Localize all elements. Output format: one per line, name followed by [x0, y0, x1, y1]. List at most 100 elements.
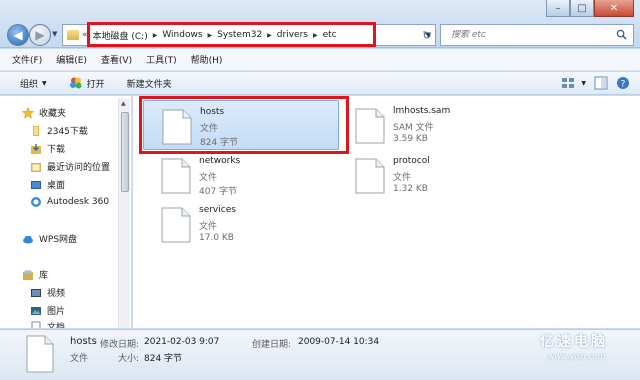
command-toolbar: 组织 ▼ 打开 新建文件夹 ▼ ? — [0, 72, 640, 95]
watermark-logo: 亿速电脑 — [540, 334, 608, 350]
nav-favorites-label: 收藏夹 — [39, 109, 67, 119]
menu-view[interactable]: 查看(V) — [101, 53, 132, 66]
preview-pane-icon[interactable] — [594, 76, 608, 90]
nav-desktop[interactable]: 桌面 — [30, 178, 65, 191]
arrow-right-icon: ▶ — [35, 28, 45, 42]
file-type: 文件 — [393, 173, 412, 183]
change-view-icon[interactable] — [561, 77, 575, 89]
chevron-down-icon: ▼ — [42, 79, 47, 87]
organize-label: 组织 — [20, 79, 39, 90]
back-button[interactable]: ◀ — [7, 24, 29, 46]
download-folder-icon — [31, 143, 41, 154]
arrow-left-icon: ◀ — [13, 28, 23, 42]
generic-file-icon — [161, 207, 191, 243]
view-dropdown-icon[interactable]: ▼ — [581, 80, 586, 87]
picture-icon — [31, 306, 41, 315]
file-highlight-box — [139, 96, 349, 154]
recent-places-icon — [31, 162, 41, 172]
file-type: 文件 — [199, 173, 218, 183]
search-box[interactable] — [440, 24, 634, 46]
file-list: hosts 文件 824 字节 lmhosts.sam SAM 文件 3.59 … — [133, 96, 640, 328]
nav-downloads[interactable]: 下载 — [30, 142, 65, 155]
folder-icon — [67, 30, 79, 40]
nav-wps-cloud[interactable]: WPS网盘 — [22, 232, 77, 245]
details-file-name: hosts — [70, 336, 97, 347]
file-name: networks — [199, 156, 241, 166]
file-name: lmhosts.sam — [393, 106, 451, 116]
nav-favorites[interactable]: 收藏夹 — [22, 106, 66, 119]
nav-downloads-label: 下载 — [47, 145, 66, 155]
generic-file-icon — [355, 108, 385, 144]
file-item-protocol[interactable]: protocol 文件 1.32 KB — [337, 150, 533, 200]
open-with-icon — [69, 77, 82, 89]
file-item-services[interactable]: services 文件 17.0 KB — [143, 199, 339, 249]
generic-file-icon — [26, 335, 54, 373]
scroll-up-icon[interactable]: ▲ — [121, 100, 126, 107]
file-type: SAM 文件 — [393, 123, 434, 133]
file-size: 3.59 KB — [393, 134, 428, 144]
nav-scrollbar-thumb[interactable] — [121, 112, 129, 192]
watermark-url: www.yisu.com — [548, 352, 606, 361]
refresh-icon: ↻ — [422, 29, 432, 42]
generic-file-icon — [355, 158, 385, 194]
nav-recent-label: 最近访问的位置 — [47, 163, 111, 173]
search-icon[interactable] — [616, 29, 627, 40]
open-button[interactable]: 打开 — [69, 76, 105, 90]
desktop-icon — [31, 180, 41, 189]
nav-2345-downloads[interactable]: 2345下载 — [30, 124, 88, 137]
file-item-lmhosts[interactable]: lmhosts.sam SAM 文件 3.59 KB — [337, 100, 533, 150]
menu-file[interactable]: 文件(F) — [12, 53, 42, 66]
search-input[interactable] — [451, 30, 601, 40]
nav-videos[interactable]: 视频 — [30, 286, 65, 299]
open-label: 打开 — [86, 79, 105, 90]
nav-documents[interactable]: 文档 — [30, 320, 65, 328]
details-type-value: 文件 — [70, 354, 89, 364]
close-button[interactable]: ✕ — [594, 0, 634, 17]
menu-tools[interactable]: 工具(T) — [146, 53, 177, 66]
library-icon — [23, 270, 33, 280]
nav-2345-downloads-label: 2345下载 — [47, 127, 88, 137]
file-size: 17.0 KB — [199, 233, 234, 243]
help-icon[interactable]: ? — [616, 76, 630, 90]
nav-pictures[interactable]: 图片 — [30, 304, 65, 317]
video-icon — [31, 288, 41, 297]
file-size: 407 字节 — [199, 187, 238, 197]
organize-button[interactable]: 组织 ▼ — [20, 77, 47, 90]
nav-scrollbar[interactable]: ▲ — [118, 98, 130, 328]
window-controls: – □ ✕ — [546, 0, 634, 17]
menu-bar: 文件(F) 编辑(E) 查看(V) 工具(T) 帮助(H) — [0, 49, 640, 71]
svg-text:?: ? — [621, 80, 626, 90]
nav-videos-label: 视频 — [47, 289, 66, 299]
menu-edit[interactable]: 编辑(E) — [56, 53, 87, 66]
folder-icon — [33, 125, 39, 136]
nav-libraries[interactable]: 库 — [22, 268, 48, 281]
menu-help[interactable]: 帮助(H) — [191, 53, 223, 66]
minimize-button[interactable]: – — [546, 0, 570, 17]
details-modified-value: 2021-02-03 9:07 — [144, 337, 220, 347]
new-folder-button[interactable]: 新建文件夹 — [127, 77, 172, 90]
details-size-label: 大小: — [118, 354, 140, 364]
generic-file-icon — [161, 158, 191, 194]
nav-recent-places[interactable]: 最近访问的位置 — [30, 160, 110, 173]
recent-pages-dropdown[interactable]: ▼ — [52, 30, 57, 38]
file-item-networks[interactable]: networks 文件 407 字节 — [143, 150, 339, 200]
address-highlight-box — [87, 22, 376, 47]
cloud-icon — [23, 235, 33, 243]
refresh-button[interactable]: ↻ — [418, 27, 436, 44]
star-icon — [22, 106, 34, 119]
navigation-pane: 收藏夹 2345下载 下载 最近访问的位置 桌面 Autodesk 360 WP… — [0, 96, 132, 328]
details-created-value: 2009-07-14 10:34 — [298, 337, 380, 347]
nav-wps-label: WPS网盘 — [39, 235, 78, 245]
nav-autodesk-label: Autodesk 360 — [47, 197, 110, 207]
file-type: 文件 — [199, 222, 218, 232]
details-size-value: 824 字节 — [144, 354, 183, 364]
nav-documents-label: 文档 — [47, 323, 66, 328]
maximize-button[interactable]: □ — [570, 0, 594, 17]
new-folder-label: 新建文件夹 — [126, 79, 172, 90]
file-name: protocol — [393, 156, 430, 166]
details-created-label: 创建日期: — [252, 340, 292, 350]
nav-autodesk-360[interactable]: Autodesk 360 — [30, 196, 109, 208]
document-icon — [31, 321, 41, 328]
forward-button[interactable]: ▶ — [29, 24, 51, 46]
autodesk-icon — [31, 197, 41, 207]
